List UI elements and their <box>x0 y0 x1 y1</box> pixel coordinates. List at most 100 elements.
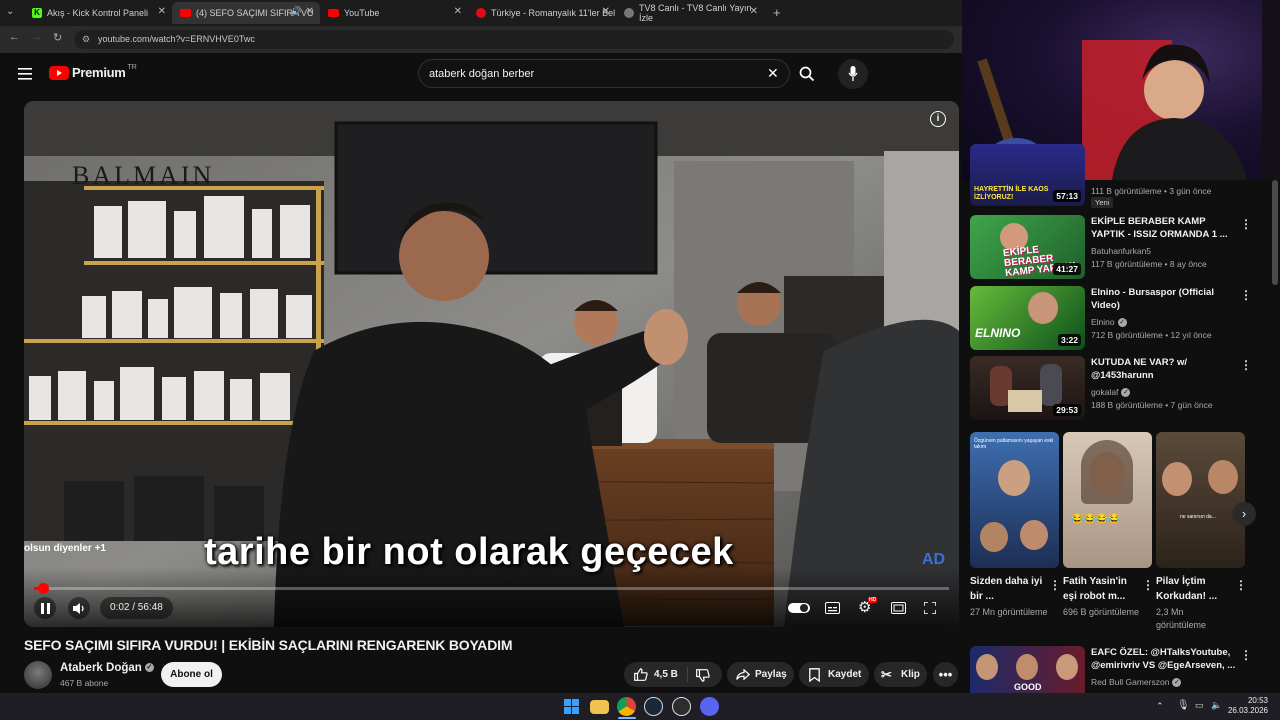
close-icon[interactable]: ✕ <box>750 6 758 17</box>
sidebar-scrollbar[interactable] <box>1272 180 1278 285</box>
search-box[interactable]: ataberk doğan berber ✕ <box>418 59 790 88</box>
close-icon[interactable]: ✕ <box>454 6 462 17</box>
url-field[interactable]: ⚙ youtube.com/watch?v=ERNVHVE0Twc <box>74 30 954 49</box>
tab-turkiye[interactable]: Türkiye - Romanyalık 11'ler Bel ✕ <box>468 2 616 24</box>
system-clock[interactable]: 20:53 26.03.2026 <box>1228 696 1268 716</box>
short-title[interactable]: Fatih Yasin'in eşi robot m... <box>1063 574 1141 604</box>
more-vertical-icon[interactable]: ⋮ <box>1142 578 1154 592</box>
channel-name[interactable]: Red Bull Gamerszon <box>1091 677 1169 687</box>
short-card[interactable]: 😂😂😂😂 Fatih Yasin'in eşi robot m... 696 B… <box>1063 432 1154 619</box>
discord-icon[interactable] <box>700 697 719 716</box>
back-arrow-icon[interactable]: ← <box>9 31 20 43</box>
autoplay-toggle[interactable] <box>788 603 810 613</box>
more-vertical-icon[interactable]: ⋮ <box>1049 578 1061 592</box>
site-info-icon[interactable]: ⚙ <box>82 30 90 49</box>
clip-button[interactable]: ✂ Klip <box>874 662 927 687</box>
short-card[interactable]: ne sanırsın da... Pilav İçtim Korkudan! … <box>1156 432 1247 632</box>
video-title[interactable]: Elnino - Bursaspor (Official Video) <box>1091 286 1241 312</box>
more-vertical-icon[interactable]: ⋮ <box>1240 648 1252 662</box>
close-icon[interactable]: ✕ <box>158 6 166 17</box>
channel-name[interactable]: Ataberk Doğan <box>60 662 142 674</box>
channel-name-row[interactable]: gokalaf ✓ <box>1091 387 1131 398</box>
network-icon[interactable]: ▭ <box>1195 700 1204 711</box>
more-vertical-icon[interactable]: ⋮ <box>1235 578 1247 592</box>
thumbnail-text: HAYRETTİN İLE KAOS İZLİYORUZ! <box>974 186 1049 201</box>
short-thumbnail[interactable]: Özgürven patlamasını yaşayan eski takım <box>970 432 1059 568</box>
microphone-tray-icon[interactable]: 🎙 <box>1177 700 1190 711</box>
subtitles-icon[interactable] <box>825 602 840 614</box>
subscribe-button[interactable]: Abone ol <box>161 662 222 687</box>
save-button[interactable]: Kaydet <box>799 662 869 687</box>
video-title[interactable]: EKİPLE BERABER KAMP YAPTIK - ISSIZ ORMAN… <box>1091 215 1241 241</box>
tray-chevron-icon[interactable]: ⌃ <box>1156 701 1164 712</box>
list-item[interactable]: EKİPLE BERABER KAMP YAPTIK! 41:27 EKİPLE… <box>970 215 1270 279</box>
more-vertical-icon[interactable]: ⋮ <box>1240 358 1252 372</box>
tab-list-chevron-icon[interactable]: ⌄ <box>6 6 14 17</box>
short-thumbnail[interactable]: ne sanırsın da... <box>1156 432 1245 568</box>
channel-name-row[interactable]: Ataberk Doğan ✓ <box>60 662 154 674</box>
fullscreen-icon[interactable] <box>924 602 936 614</box>
menu-icon[interactable] <box>18 68 32 80</box>
video-thumbnail[interactable]: GOOD <box>970 646 1085 693</box>
thumbs-down-icon[interactable] <box>696 669 710 682</box>
more-vertical-icon[interactable]: ⋮ <box>1240 288 1252 302</box>
tab-current-video[interactable]: (4) SEFO SAÇIMI SIFIRA VU 🔊 ✕ <box>172 2 320 24</box>
tab-tv8[interactable]: TV8 Canlı - TV8 Canlı Yayın İzle ✕ <box>616 2 764 24</box>
volume-button[interactable] <box>68 597 90 619</box>
channel-name-row[interactable]: Red Bull Gamerszon ✓ <box>1091 677 1182 688</box>
search-icon[interactable] <box>799 66 815 82</box>
tab-youtube[interactable]: YouTube ✕ <box>320 2 468 24</box>
tab-kick[interactable]: K Akış - Kick Kontrol Paneli ✕ <box>24 2 172 24</box>
chrome-icon[interactable] <box>617 697 636 716</box>
short-thumbnail[interactable]: 😂😂😂😂 <box>1063 432 1152 568</box>
more-actions-button[interactable]: ••• <box>933 662 958 687</box>
video-title[interactable]: EAFC ÖZEL: @HTalksYoutube, @emirivriv VS… <box>1091 646 1241 672</box>
thumbnail-face <box>1162 462 1192 496</box>
shorts-next-button[interactable]: › <box>1232 502 1256 526</box>
clock-time: 20:53 <box>1247 696 1268 705</box>
new-tab-plus-icon[interactable]: + <box>773 5 781 20</box>
list-item[interactable]: GOOD EAFC ÖZEL: @HTalksYoutube, @emirivr… <box>970 646 1270 693</box>
pause-button[interactable] <box>34 597 56 619</box>
more-vertical-icon[interactable]: ⋮ <box>1240 217 1252 231</box>
steam-icon[interactable] <box>644 697 663 716</box>
clear-search-icon[interactable]: ✕ <box>767 65 779 82</box>
browser-address-bar: ← → ↻ ⚙ youtube.com/watch?v=ERNVHVE0Twc <box>0 26 962 53</box>
voice-search-button[interactable] <box>838 59 868 89</box>
video-thumbnail[interactable]: ELNINO 3:22 <box>970 286 1085 350</box>
short-title[interactable]: Pilav İçtim Korkudan! ... <box>1156 574 1234 604</box>
github-desktop-icon[interactable] <box>672 697 691 716</box>
channel-name-row[interactable]: Elnino ✓ <box>1091 317 1127 328</box>
search-input[interactable]: ataberk doğan berber <box>429 68 534 80</box>
video-title[interactable]: KUTUDA NE VAR? w/ @1453harunn <box>1091 356 1241 382</box>
like-button[interactable]: 4,5 B <box>624 662 686 687</box>
windows-start-icon[interactable] <box>562 697 581 716</box>
video-thumbnail[interactable]: HAYRETTİN İLE KAOS İZLİYORUZ! 57:13 <box>970 144 1085 206</box>
file-explorer-icon[interactable] <box>590 700 609 714</box>
share-button[interactable]: Paylaş <box>727 662 794 687</box>
channel-name[interactable]: gokalaf <box>1091 387 1118 397</box>
list-item[interactable]: 29:53 KUTUDA NE VAR? w/ @1453harunn goka… <box>970 356 1270 420</box>
channel-avatar[interactable] <box>24 661 52 689</box>
video-thumbnail[interactable]: 29:53 <box>970 356 1085 420</box>
theater-mode-icon[interactable] <box>891 602 906 614</box>
video-thumbnail[interactable]: EKİPLE BERABER KAMP YAPTIK! 41:27 <box>970 215 1085 279</box>
progress-bar[interactable] <box>34 583 949 594</box>
info-icon[interactable]: i <box>930 111 946 127</box>
forward-arrow-icon[interactable]: → <box>31 31 42 43</box>
list-item[interactable]: HAYRETTİN İLE KAOS İZLİYORUZ! 57:13 111 … <box>970 144 1270 212</box>
channel-name[interactable]: Batuhanfurkan5 <box>1091 246 1151 256</box>
close-icon[interactable]: ✕ <box>306 6 314 17</box>
speaker-icon[interactable]: 🔊 <box>291 6 302 17</box>
list-item[interactable]: ELNINO 3:22 Elnino - Bursaspor (Official… <box>970 286 1270 350</box>
short-title[interactable]: Sizden daha iyi bir ... <box>970 574 1048 604</box>
close-icon[interactable]: ✕ <box>602 6 610 17</box>
video-player[interactable]: BALMAIN AD i olsun diyenler +1 tarihe bi… <box>24 101 959 627</box>
verified-icon: ✓ <box>1172 678 1182 688</box>
youtube-premium-logo[interactable]: Premium TR <box>49 64 137 80</box>
channel-name[interactable]: Elnino <box>1091 317 1115 327</box>
reload-icon[interactable]: ↻ <box>53 31 62 44</box>
short-card[interactable]: Özgürven patlamasını yaşayan eski takım … <box>970 432 1061 619</box>
progress-scrubber[interactable] <box>38 583 49 594</box>
volume-tray-icon[interactable]: 🔈 <box>1211 700 1222 711</box>
